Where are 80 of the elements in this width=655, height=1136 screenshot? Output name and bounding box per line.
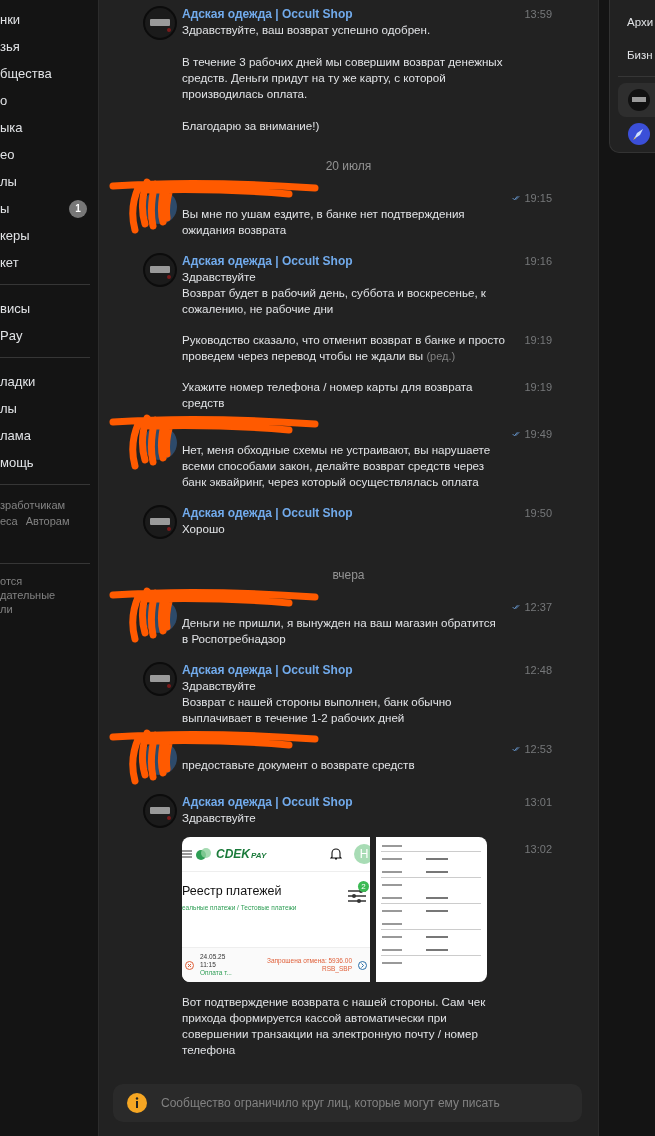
sender-name[interactable]: Адская одежда | Occult Shop (182, 794, 512, 810)
message-text: Здравствуйте Возврат с нашей стороны выполнен, банк обычно выплачивает в течение 1-2 рабочих дней (182, 678, 453, 726)
message-time: 12:53 (524, 742, 552, 757)
info-icon (127, 1093, 147, 1113)
chevron-icon (358, 960, 367, 970)
message-time: 13:59 (524, 7, 552, 22)
count-badge: 1 (69, 199, 87, 218)
footer-note: отся дательные ли (0, 574, 57, 616)
sidebar-item[interactable]: о (0, 93, 8, 108)
notice-text: Сообщество ограничило круг лиц, которые могут ему писать (161, 1096, 500, 1110)
message-time: 12:48 (524, 663, 552, 678)
sidebar-item[interactable]: ы (0, 201, 10, 216)
bell-icon (330, 847, 342, 861)
double-check-icon (512, 194, 521, 202)
double-check-icon (512, 603, 521, 611)
screenshot-title: Реестр платежей (182, 884, 283, 898)
sidebar-item[interactable]: бщества (0, 66, 52, 81)
avatar-icon (143, 662, 177, 696)
sidebar-item[interactable]: ладки (0, 374, 36, 389)
sidebar-item[interactable]: лама (0, 428, 31, 443)
message-time: 13:02 (524, 842, 552, 857)
message-time: 19:19 (524, 380, 552, 395)
sidebar-item[interactable]: лы (0, 174, 17, 189)
message-text: Руководство сказало, что отменит возврат в банке и просто проведем через перевод чтобы не ждали вы (ред.) (182, 332, 506, 364)
double-check-icon (512, 745, 521, 753)
sidebar-item[interactable]: кет (0, 255, 19, 270)
sidebar-item[interactable]: зья (0, 39, 20, 54)
sender-name[interactable]: Адская одежда | Occult Shop (182, 662, 512, 678)
date-separator: вчера (332, 568, 365, 582)
logo-text: CDEK (216, 847, 250, 861)
message-text: Хорошо (182, 521, 226, 537)
menu-item[interactable]: Архи (618, 10, 655, 43)
double-check-icon (512, 430, 521, 438)
footer-link[interactable]: еса (0, 515, 18, 527)
sidebar-item[interactable]: лы (0, 401, 17, 416)
message-time: 19:50 (524, 506, 552, 521)
avatar-icon (143, 253, 177, 287)
message-text: Деньги не пришли, я вынужден на ваш магазин обратится в Роспотребнадзор (182, 615, 497, 647)
date-separator: 20 июля (325, 159, 372, 173)
message-text: Нет, меня обходные схемы не устраивают, вы нарушаете всеми способами закон, делайте возврат средств через банк эквайринг, через который осуществлялась оплата (182, 442, 492, 490)
message-text: Здравствуйте, ваш возврат успешно одобрен. В течение 3 рабочих дней мы совершим возврат денежных средств. Деньги придут на ту же карту, с которой производилась оплата. Благодарю за внимание!) (182, 22, 504, 134)
sidebar-item[interactable]: мощь (0, 455, 34, 470)
footer-link[interactable]: зработчикам (0, 499, 66, 511)
sender-name[interactable]: Адская одежда | Occult Shop (182, 6, 512, 22)
message-time: 19:15 (524, 191, 552, 206)
cancel-icon (185, 960, 194, 970)
sidebar-item[interactable]: Pay (0, 328, 23, 343)
logo-icon (196, 848, 212, 860)
rocket-icon (628, 123, 650, 145)
sidebar-item[interactable]: ыка (0, 120, 23, 135)
user-avatar: Н (354, 844, 370, 864)
filter-count: 2 (358, 881, 369, 892)
message-time: 12:37 (524, 600, 552, 615)
message-time: 19:16 (524, 254, 552, 269)
sidebar-item[interactable]: керы (0, 228, 30, 243)
avatar-icon (628, 89, 650, 111)
receipt-screenshot[interactable] (376, 837, 487, 982)
sender-name[interactable]: Адская одежда | Occult Shop (182, 253, 512, 269)
sidebar-item[interactable]: ео (0, 147, 15, 162)
menu-item[interactable]: Бизн (618, 43, 655, 76)
message-text: Здравствуйте Возврат будет в рабочий день, суббота и воскресенье, к сожалению, не рабочие дни (182, 269, 487, 317)
filter-icon (348, 888, 366, 904)
avatar-icon (143, 6, 177, 40)
message-text: Здравствуйте (182, 810, 257, 826)
message-text: предоставьте документ о возврате средств (182, 757, 416, 773)
chat-item[interactable] (618, 83, 655, 117)
message-time: 13:01 (524, 795, 552, 810)
footer-link[interactable]: Авторам (25, 515, 70, 527)
menu-icon (182, 850, 192, 858)
sidebar-item[interactable]: висы (0, 301, 30, 316)
message-time: 19:49 (524, 427, 552, 442)
message-text: Вы мне по ушам ездите, в банке нет подтверждения ожидания возврата (182, 206, 466, 238)
message-time: 19:19 (524, 333, 552, 348)
avatar-icon (143, 794, 177, 828)
sidebar-item[interactable]: нки (0, 12, 21, 27)
logo-suffix: PAY (251, 851, 267, 860)
message-text: Укажите номер телефона / номер карты для возврата средств (182, 379, 474, 411)
message-text: Вот подтверждение возврата с нашей стороны. Сам чек прихода формируется кассой автоматически при совершении транзакции на электронную почту / номер телефона (182, 994, 487, 1058)
avatar-icon (143, 505, 177, 539)
sender-name[interactable]: Адская одежда | Occult Shop (182, 505, 512, 521)
